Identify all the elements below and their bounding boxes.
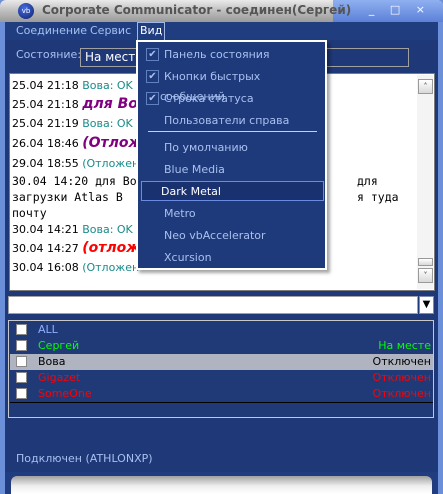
check-icon: ✔ — [146, 48, 159, 61]
scroll-down-icon[interactable]: ˅ — [418, 268, 433, 283]
user-row[interactable]: Сергей На месте — [10, 338, 433, 354]
user-row[interactable]: SomeOne Отключен — [10, 386, 433, 402]
view-menu-dropdown: ✔ Панель состояния ✔ Кнопки быстрых сообще… — [136, 40, 327, 270]
menu-item-skin-blue-media[interactable]: Blue Media — [146, 160, 323, 180]
menu-connection[interactable]: Соединение — [16, 24, 87, 37]
app-logo-icon: vb — [18, 3, 34, 19]
scroll-thumb[interactable] — [418, 258, 433, 266]
chat-message: 25.04 21:18 для Вов — [12, 96, 147, 112]
chat-message: 25.04 21:18 Вова: OK — [12, 79, 133, 92]
menu-bar: Соединение Сервис Вид — [5, 22, 438, 40]
user-row[interactable]: ALL — [10, 322, 433, 338]
user-row[interactable]: Вова Отключен — [10, 354, 433, 370]
menu-item-skin-neo[interactable]: Neo vbAccelerator — [146, 226, 323, 246]
menu-item-skin-default[interactable]: По умолчанию — [146, 138, 323, 158]
chat-message: 30.04 16:08 (Отложен — [12, 261, 140, 274]
status-bar-text: Подключен (ATHLONXP) — [16, 452, 153, 465]
user-checkbox[interactable] — [16, 388, 27, 399]
menu-item-quick-buttons[interactable]: ✔ Кнопки быстрых сообщений — [146, 67, 323, 103]
user-checkbox[interactable] — [16, 340, 27, 351]
user-checkbox[interactable] — [16, 372, 27, 383]
bottom-frame — [5, 472, 438, 494]
chat-message: 30.04 14:20 для Вова — [12, 174, 151, 188]
menu-item-skin-xcursion[interactable]: Xcursion — [146, 248, 323, 268]
chat-scrollbar[interactable]: ˄ ˅ — [417, 75, 433, 289]
menu-item-skin-metro[interactable]: Metro — [146, 204, 323, 224]
menu-item-users-right[interactable]: Пользователи справа — [146, 111, 323, 131]
user-list: ALL Сергей На месте Вова Отключен Gigazet О… — [8, 320, 434, 418]
check-icon: ✔ — [146, 92, 159, 105]
chat-message-line: почту — [12, 206, 47, 220]
window-controls[interactable]: _ □ × — [369, 3, 431, 16]
chat-message: 26.04 18:46 (Отлож — [12, 135, 143, 151]
chat-message-tail: для — [357, 174, 378, 188]
menu-item-status-panel[interactable]: ✔ Панель состояния — [146, 45, 323, 65]
message-input[interactable] — [8, 296, 418, 314]
menu-view[interactable]: Вид — [137, 22, 166, 40]
window-title: Corporate Communicator - соединен(Сергей… — [42, 3, 352, 17]
menu-separator — [148, 131, 317, 132]
chat-message-tail: я туда — [357, 190, 399, 204]
chat-message-line: загрузки Atlas B — [12, 190, 123, 204]
message-history-dropdown-icon[interactable]: ▼ — [419, 296, 434, 314]
check-icon: ✔ — [146, 70, 159, 83]
scroll-up-icon[interactable]: ˄ — [418, 79, 433, 94]
chat-message: 30.04 14:27 (отложе — [12, 240, 150, 256]
menu-service[interactable]: Сервис — [90, 24, 131, 37]
status-label: Состояние: — [16, 48, 82, 61]
user-row[interactable]: Gigazet Отключен — [10, 370, 433, 386]
menu-item-status-line[interactable]: ✔ Строка статуса — [146, 89, 323, 109]
menu-item-skin-dark-metal[interactable]: Dark Metal — [141, 181, 324, 201]
chat-message: 30.04 14:21 Вова: OK — [12, 223, 133, 236]
user-checkbox[interactable] — [16, 324, 27, 335]
user-checkbox[interactable] — [16, 356, 27, 367]
user-list-divider — [10, 402, 433, 403]
chat-message: 29.04 18:55 (Отложен — [12, 157, 140, 170]
chat-message: 25.04 21:19 Вова: OK — [12, 117, 133, 130]
title-bar[interactable]: vb Corporate Communicator - соединен(Сер… — [0, 0, 443, 22]
